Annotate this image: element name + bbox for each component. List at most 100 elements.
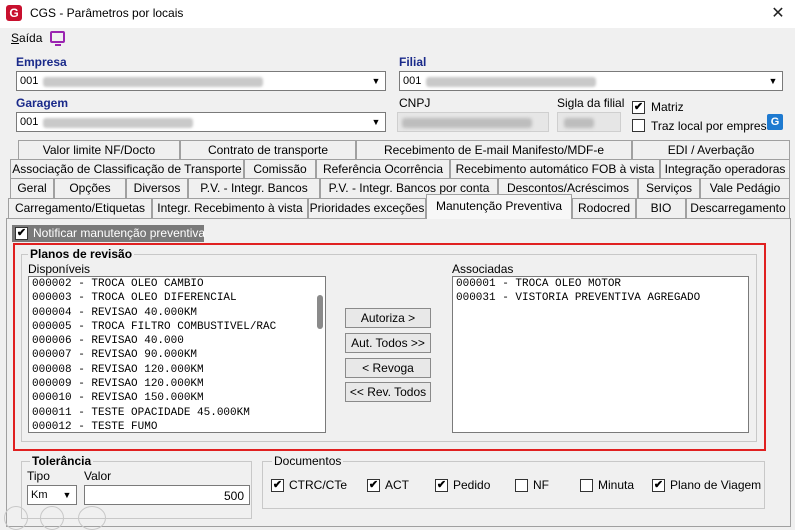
- tab-bio[interactable]: BIO: [636, 198, 686, 218]
- tab-recebimento-fob[interactable]: Recebimento automático FOB à vista: [450, 159, 660, 179]
- menu-saida-mnemonic: S: [11, 31, 20, 45]
- list-item[interactable]: 000010 - REVISAO 150.000KM: [29, 391, 325, 405]
- cnpj-field: [397, 112, 549, 132]
- tab-integracao-operadoras[interactable]: Integração operadoras: [660, 159, 790, 179]
- associadas-label: Associadas: [452, 262, 514, 276]
- disponiveis-label: Disponíveis: [28, 262, 91, 276]
- garagem-label: Garagem: [16, 96, 69, 110]
- list-item[interactable]: 000003 - TROCA OLEO DIFERENCIAL: [29, 291, 325, 305]
- tab-prioridades-excecoes[interactable]: Prioridades exceções: [308, 198, 426, 218]
- documento-label: CTRC/CTe: [289, 478, 348, 492]
- tab-pv-integr-bancos[interactable]: P.V. - Integr. Bancos: [188, 178, 320, 198]
- disponiveis-list[interactable]: 000002 - TROCA OLEO CAMBIO 000003 - TROCA…: [28, 276, 326, 433]
- sigla-field: [557, 112, 621, 132]
- refresh-icon[interactable]: G: [767, 114, 783, 130]
- tab-vale-pedagio[interactable]: Vale Pedágio: [700, 178, 790, 198]
- tab-recebimento-email[interactable]: Recebimento de E-mail Manifesto/MDF-e: [356, 140, 632, 160]
- tab-referencia-ocorrencia[interactable]: Referência Ocorrência: [316, 159, 450, 179]
- documentos-title: Documentos: [272, 454, 344, 468]
- tab-carregamento-etiquetas[interactable]: Carregamento/Etiquetas: [8, 198, 152, 218]
- tab-diversos[interactable]: Diversos: [126, 178, 188, 198]
- tipo-value: Km: [31, 489, 48, 501]
- chevron-down-icon[interactable]: ▼: [368, 114, 384, 130]
- list-item[interactable]: 000006 - REVISAO 40.000: [29, 334, 325, 348]
- history-icon[interactable]: [4, 506, 28, 530]
- tab-valor-limite[interactable]: Valor limite NF/Docto: [18, 140, 180, 160]
- window-title: CGS - Parâmetros por locais: [30, 6, 184, 20]
- list-item[interactable]: 000012 - TESTE FUMO: [29, 420, 325, 432]
- valor-label: Valor: [84, 469, 112, 483]
- garagem-value: 001: [20, 116, 39, 128]
- list-item[interactable]: 000007 - REVISAO 90.000KM: [29, 348, 325, 362]
- tab-manutencao-preventiva[interactable]: Manutenção Preventiva: [426, 194, 572, 219]
- documento-checkbox[interactable]: ✔: [367, 479, 380, 492]
- cnpj-redacted: [402, 118, 532, 128]
- revoga-button[interactable]: < Revoga: [345, 358, 431, 378]
- close-button[interactable]: ✕: [764, 2, 792, 26]
- sigla-label: Sigla da filial: [557, 96, 625, 110]
- documento-checkbox[interactable]: [515, 479, 528, 492]
- search-icon[interactable]: [40, 506, 64, 530]
- list-item[interactable]: 000009 - REVISAO 120.000KM: [29, 377, 325, 391]
- tab-rodocred[interactable]: Rodocred: [572, 198, 636, 218]
- list-item[interactable]: 000031 - VISTORIA PREVENTIVA AGREGADO: [453, 291, 748, 305]
- aut-todos-button[interactable]: Aut. Todos >>: [345, 333, 431, 353]
- valor-value: 500: [223, 489, 244, 503]
- list-item[interactable]: 000008 - REVISAO 120.000KM: [29, 363, 325, 377]
- tab-geral[interactable]: Geral: [10, 178, 54, 198]
- menu-saida[interactable]: Saída: [11, 31, 42, 45]
- tolerancia-title: Tolerância: [30, 454, 94, 468]
- documento-checkbox[interactable]: ✔: [652, 479, 665, 492]
- list-item[interactable]: 000002 - TROCA OLEO CAMBIO: [29, 277, 325, 291]
- empresa-combo[interactable]: 001 ▼: [16, 71, 386, 91]
- tab-edi-averbacao[interactable]: EDI / Averbação: [632, 140, 790, 160]
- filial-label: Filial: [399, 55, 427, 69]
- chevron-down-icon[interactable]: ▼: [59, 487, 75, 503]
- documento-label: ACT: [385, 478, 409, 492]
- filial-value: 001: [403, 75, 422, 87]
- list-item[interactable]: 000005 - TROCA FILTRO COMBUSTIVEL/RAC: [29, 320, 325, 334]
- app-logo-icon: G: [6, 5, 22, 21]
- tab-opcoes[interactable]: Opções: [54, 178, 126, 198]
- tipo-label: Tipo: [27, 469, 50, 483]
- documento-label: Plano de Viagem: [670, 478, 762, 492]
- chevron-down-icon[interactable]: ▼: [765, 73, 781, 89]
- tab-integr-recebimento-vista[interactable]: Integr. Recebimento à vista: [152, 198, 308, 218]
- tab-comissao[interactable]: Comissão: [244, 159, 316, 179]
- more-icon[interactable]: [78, 506, 106, 530]
- documento-label: Minuta: [598, 478, 635, 492]
- monitor-icon[interactable]: [50, 31, 65, 46]
- documento-label: Pedido: [453, 478, 491, 492]
- sigla-redacted: [564, 118, 594, 128]
- filial-combo[interactable]: 001 ▼: [399, 71, 783, 91]
- associadas-list[interactable]: 000001 - TROCA OLEO MOTOR 000031 - VISTOR…: [452, 276, 749, 433]
- menu-saida-label: aída: [19, 31, 43, 45]
- tab-contrato-transporte[interactable]: Contrato de transporte: [180, 140, 356, 160]
- scrollbar-thumb[interactable]: [317, 295, 323, 329]
- rev-todos-button[interactable]: << Rev. Todos: [345, 382, 431, 402]
- documento-checkbox[interactable]: ✔: [435, 479, 448, 492]
- empresa-value: 001: [20, 75, 39, 87]
- chevron-down-icon[interactable]: ▼: [368, 73, 384, 89]
- tipo-combo[interactable]: Km ▼: [27, 485, 77, 505]
- filial-redacted: [426, 77, 596, 87]
- empresa-redacted: [43, 77, 263, 87]
- matriz-checkbox[interactable]: ✔: [632, 101, 645, 114]
- matriz-label: Matriz: [651, 100, 684, 114]
- tab-associacao-classificacao[interactable]: Associação de Classificação de Transport…: [10, 159, 244, 179]
- notificar-checkbox[interactable]: ✔: [15, 227, 28, 240]
- garagem-combo[interactable]: 001 ▼: [16, 112, 386, 132]
- list-item[interactable]: 000004 - REVISAO 40.000KM: [29, 306, 325, 320]
- documento-label: NF: [533, 478, 549, 492]
- list-item[interactable]: 000001 - TROCA OLEO MOTOR: [453, 277, 748, 291]
- list-item[interactable]: 000011 - TESTE OPACIDADE 45.000KM: [29, 406, 325, 420]
- documento-checkbox[interactable]: ✔: [271, 479, 284, 492]
- autoriza-button[interactable]: Autoriza >: [345, 308, 431, 328]
- traz-local-checkbox[interactable]: [632, 119, 645, 132]
- cnpj-label: CNPJ: [399, 96, 431, 110]
- tab-servicos[interactable]: Serviços: [638, 178, 700, 198]
- valor-input[interactable]: 500: [84, 485, 250, 505]
- garagem-redacted: [43, 118, 193, 128]
- documento-checkbox[interactable]: [580, 479, 593, 492]
- tab-descarregamento[interactable]: Descarregamento: [686, 198, 790, 218]
